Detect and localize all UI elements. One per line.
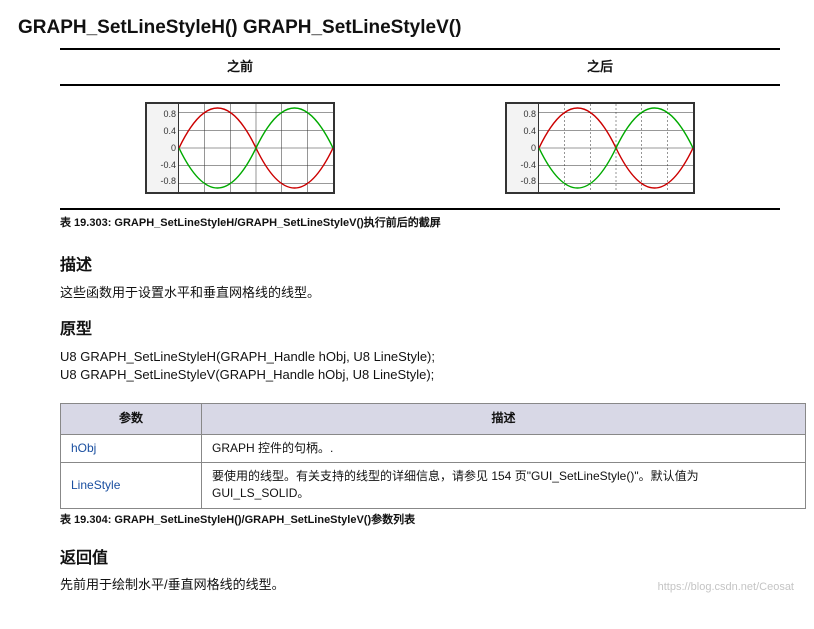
ytick: 0.8	[509, 110, 536, 119]
table-row: LineStyle 要使用的线型。有关支持的线型的详细信息，请参见 154 页"…	[61, 463, 806, 509]
watermark: https://blog.csdn.net/Ceosat	[658, 580, 794, 596]
section-description-header: 描述	[60, 254, 796, 277]
param-desc: GRAPH 控件的句柄。.	[202, 434, 806, 462]
ytick: -0.4	[509, 161, 536, 170]
ytick: -0.4	[149, 161, 176, 170]
param-name: hObj	[61, 434, 202, 462]
chart-before: 0.8 0.4 0 -0.4 -0.8	[145, 102, 335, 194]
param-header-name: 参数	[61, 404, 202, 434]
section-description-text: 这些函数用于设置水平和垂直网格线的线型。	[60, 284, 796, 303]
section-prototype-header: 原型	[60, 318, 796, 341]
compare-header-before: 之前	[60, 50, 420, 86]
chart-after: 0.8 0.4 0 -0.4 -0.8	[505, 102, 695, 194]
section-return-header: 返回值	[60, 547, 796, 570]
page-title: GRAPH_SetLineStyleH() GRAPH_SetLineStyle…	[18, 14, 796, 42]
ytick: -0.8	[509, 177, 536, 186]
ytick: -0.8	[149, 177, 176, 186]
plot-area-before	[179, 104, 333, 192]
ytick: 0.4	[509, 127, 536, 136]
y-axis-labels: 0.8 0.4 0 -0.4 -0.8	[507, 104, 539, 192]
caption-table-2: 表 19.304: GRAPH_SetLineStyleH()/GRAPH_Se…	[60, 513, 796, 529]
ytick: 0.4	[149, 127, 176, 136]
parameter-table: 参数 描述 hObj GRAPH 控件的句柄。. LineStyle 要使用的线…	[60, 403, 806, 509]
param-name: LineStyle	[61, 463, 202, 509]
compare-table: 之前 之后 0.8 0.4 0 -0.4 -0.8	[60, 48, 780, 211]
y-axis-labels: 0.8 0.4 0 -0.4 -0.8	[147, 104, 179, 192]
plot-area-after	[539, 104, 693, 192]
prototype-code: U8 GRAPH_SetLineStyleH(GRAPH_Handle hObj…	[60, 348, 796, 386]
caption-figure-1: 表 19.303: GRAPH_SetLineStyleH/GRAPH_SetL…	[60, 216, 796, 232]
param-header-desc: 描述	[202, 404, 806, 434]
ytick: 0	[509, 144, 536, 153]
table-row: hObj GRAPH 控件的句柄。.	[61, 434, 806, 462]
ytick: 0	[149, 144, 176, 153]
ytick: 0.8	[149, 110, 176, 119]
compare-header-after: 之后	[420, 50, 780, 86]
param-desc: 要使用的线型。有关支持的线型的详细信息，请参见 154 页"GUI_SetLin…	[202, 463, 806, 509]
